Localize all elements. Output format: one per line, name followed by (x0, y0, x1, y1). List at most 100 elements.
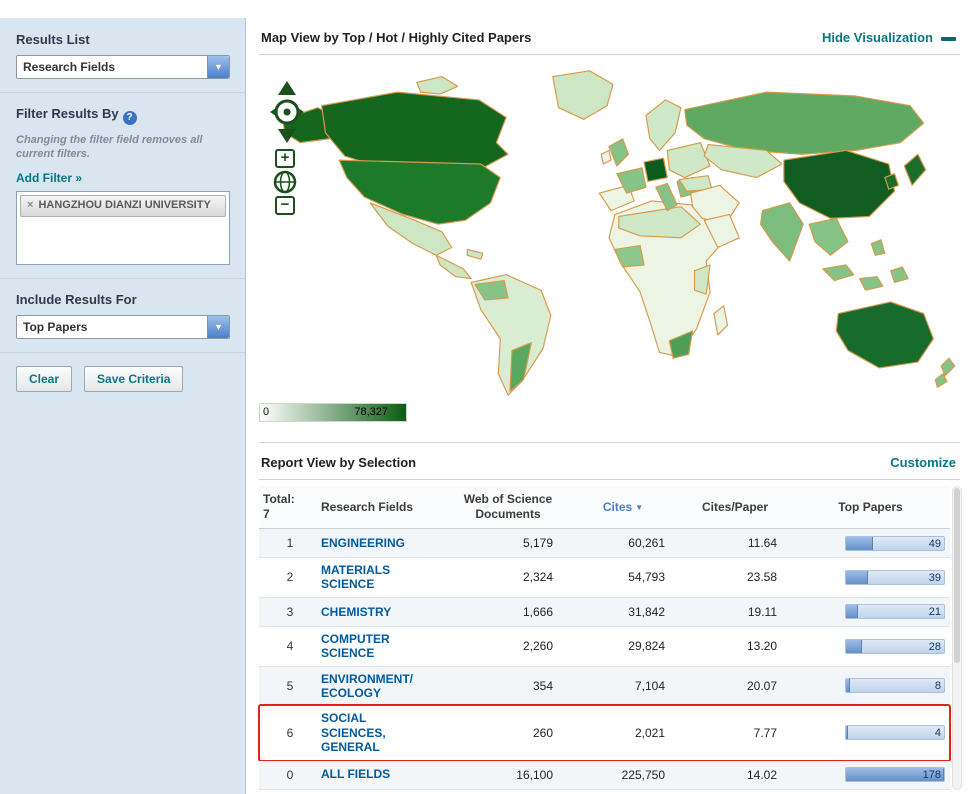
top-papers-bar-fill (846, 726, 848, 739)
top-papers-bar-fill (846, 605, 858, 618)
header-research-fields[interactable]: Research Fields (321, 500, 449, 515)
dropdown-arrow-icon[interactable]: ▼ (207, 56, 229, 78)
legend-min-label: 0 (263, 406, 269, 418)
top-papers-bar-fill (846, 679, 850, 692)
research-field-link[interactable]: COMPUTER SCIENCE (321, 632, 413, 661)
table-scrollbar[interactable] (952, 486, 962, 790)
filter-tag[interactable]: × HANGZHOU DIANZI UNIVERSITY (20, 195, 226, 217)
hide-visualization-link[interactable]: Hide Visualization (822, 30, 933, 45)
customize-link[interactable]: Customize (890, 455, 956, 470)
row-rank: 6 (259, 726, 321, 740)
cites-value: 225,750 (567, 768, 679, 782)
wos-documents-value: 5,179 (449, 536, 567, 550)
scrollbar-thumb[interactable] (954, 488, 960, 663)
zoom-in-button[interactable]: + (275, 149, 295, 168)
report-table: Total: 7 Research Fields Web of Science … (259, 486, 950, 790)
cites-value: 60,261 (567, 536, 679, 550)
header-wos-documents[interactable]: Web of Science Documents (449, 492, 567, 522)
include-results-heading: Include Results For (16, 292, 229, 307)
sidebar-divider (0, 92, 245, 93)
top-papers-bar: 21 (845, 604, 945, 619)
report-table-body: 1 ENGINEERING 5,179 60,261 11.64 49 2 MA… (259, 529, 950, 790)
cites-per-paper-value: 11.64 (679, 536, 791, 550)
top-papers-bar: 8 (845, 678, 945, 693)
map-legend: 0 78,327 (259, 403, 407, 422)
include-results-value: Top Papers (17, 316, 207, 338)
clear-button[interactable]: Clear (16, 366, 72, 392)
row-rank: 2 (259, 570, 321, 584)
top-papers-bar: 39 (845, 570, 945, 585)
wos-documents-value: 1,666 (449, 605, 567, 619)
research-field-link[interactable]: ENGINEERING (321, 536, 405, 550)
report-title: Report View by Selection (261, 455, 416, 470)
top-papers-bar: 178 (845, 767, 945, 782)
top-papers-bar: 28 (845, 639, 945, 654)
filter-box: × HANGZHOU DIANZI UNIVERSITY (16, 191, 230, 265)
research-field-link[interactable]: ALL FIELDS (321, 767, 390, 781)
top-papers-value: 4 (935, 726, 941, 740)
row-rank: 5 (259, 679, 321, 693)
research-field-link[interactable]: CHEMISTRY (321, 605, 391, 619)
filter-section: Filter Results By? Changing the filter f… (16, 106, 229, 265)
top-papers-bar-fill (846, 571, 868, 584)
include-results-dropdown[interactable]: Top Papers ▼ (16, 315, 230, 339)
wos-documents-value: 354 (449, 679, 567, 693)
cites-per-paper-value: 7.77 (679, 726, 791, 740)
results-list-section: Results List Research Fields ▼ (16, 32, 229, 79)
results-list-dropdown[interactable]: Research Fields ▼ (16, 55, 230, 79)
map-pan-control[interactable] (269, 81, 305, 146)
wos-documents-value: 2,324 (449, 570, 567, 584)
research-field-link[interactable]: MATERIALS SCIENCE (321, 563, 413, 592)
sidebar-divider (0, 352, 245, 353)
research-field-link[interactable]: SOCIAL SCIENCES, GENERAL (321, 711, 413, 754)
main-content: Map View by Top / Hot / Highly Cited Pap… (247, 18, 972, 794)
zoom-world-button[interactable] (273, 170, 297, 194)
table-row: 6 SOCIAL SCIENCES, GENERAL 260 2,021 7.7… (259, 706, 950, 760)
results-list-value: Research Fields (17, 56, 207, 78)
cites-per-paper-value: 19.11 (679, 605, 791, 619)
legend-max-label: 78,327 (354, 406, 388, 418)
wos-documents-value: 260 (449, 726, 567, 740)
map-title: Map View by Top / Hot / Highly Cited Pap… (261, 30, 531, 45)
sidebar: Results List Research Fields ▼ Filter Re… (0, 18, 246, 794)
sidebar-divider (0, 278, 245, 279)
header-cites-per-paper[interactable]: Cites/Paper (679, 500, 791, 515)
save-criteria-button[interactable]: Save Criteria (84, 366, 183, 392)
collapse-icon[interactable] (941, 37, 956, 41)
report-table-header: Total: 7 Research Fields Web of Science … (259, 486, 950, 529)
dropdown-arrow-icon[interactable]: ▼ (207, 316, 229, 338)
table-row: 3 CHEMISTRY 1,666 31,842 19.11 21 (259, 598, 950, 627)
map-north-america (283, 71, 613, 279)
cites-per-paper-value: 20.07 (679, 679, 791, 693)
zoom-out-button[interactable]: − (275, 196, 295, 215)
results-list-heading: Results List (16, 32, 229, 47)
top-papers-value: 28 (929, 640, 941, 654)
wos-documents-value: 2,260 (449, 639, 567, 653)
remove-filter-icon[interactable]: × (27, 199, 33, 213)
help-icon[interactable]: ? (123, 111, 137, 125)
top-papers-value: 39 (929, 571, 941, 585)
world-map-svg (261, 63, 961, 399)
top-papers-bar-fill (846, 537, 873, 550)
cites-value: 31,842 (567, 605, 679, 619)
research-field-link[interactable]: ENVIRONMENT/ECOLOGY (321, 672, 413, 701)
world-map[interactable]: + − 0 78,327 (259, 55, 960, 443)
top-papers-bar-fill (846, 640, 862, 653)
cites-per-paper-value: 23.58 (679, 570, 791, 584)
map-zoom-controls: + − (271, 147, 299, 217)
table-row: 5 ENVIRONMENT/ECOLOGY 354 7,104 20.07 8 (259, 667, 950, 707)
header-cites[interactable]: Cites▼ (567, 500, 679, 515)
table-row: 2 MATERIALS SCIENCE 2,324 54,793 23.58 3… (259, 558, 950, 598)
header-total: Total: 7 (259, 492, 321, 522)
header-top-papers[interactable]: Top Papers (791, 500, 950, 515)
map-oceania (836, 302, 954, 387)
add-filter-link[interactable]: Add Filter » (16, 171, 82, 185)
map-south-america (471, 275, 551, 395)
filter-tag-label: HANGZHOU DIANZI UNIVERSITY (38, 199, 210, 213)
sidebar-buttons: Clear Save Criteria (16, 366, 229, 392)
top-papers-value: 21 (929, 605, 941, 619)
table-row: 1 ENGINEERING 5,179 60,261 11.64 49 (259, 529, 950, 558)
sort-descending-icon: ▼ (635, 503, 643, 512)
row-rank: 4 (259, 639, 321, 653)
row-rank: 0 (259, 768, 321, 782)
